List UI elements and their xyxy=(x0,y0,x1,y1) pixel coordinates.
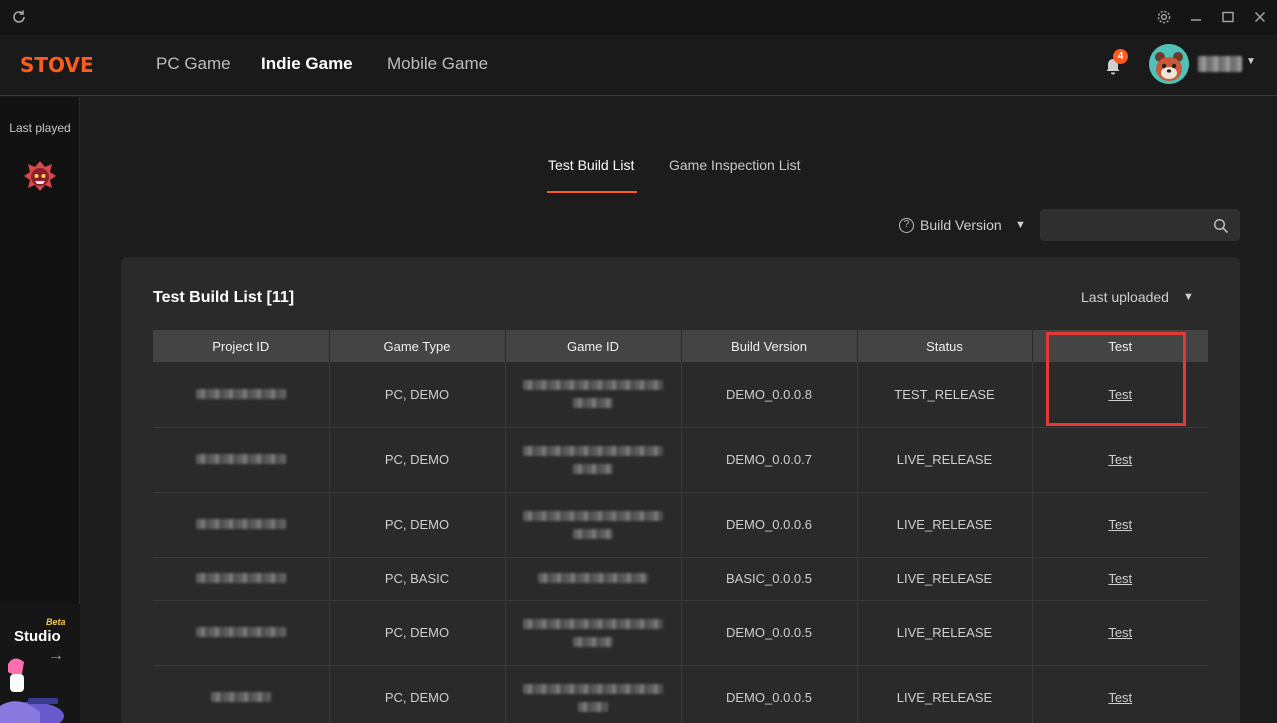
sort-dropdown[interactable]: Last uploaded xyxy=(1081,289,1169,305)
caret-down-icon[interactable]: ▼ xyxy=(1183,291,1194,303)
game-type-cell: PC, DEMO xyxy=(329,362,506,428)
close-icon[interactable] xyxy=(1250,7,1270,27)
game-id-redacted xyxy=(505,600,682,666)
test-cell: Test xyxy=(1032,492,1208,558)
table-row: PC, DEMO DEMO_0.0.0.8 TEST_RELEASE Test xyxy=(153,362,1208,428)
status-cell: LIVE_RELEASE xyxy=(857,557,1033,601)
gear-icon[interactable] xyxy=(1154,7,1174,27)
test-link[interactable]: Test xyxy=(1108,387,1132,402)
test-cell: Test xyxy=(1032,362,1208,428)
game-id-redacted xyxy=(505,427,682,493)
test-link[interactable]: Test xyxy=(1108,690,1132,705)
test-link[interactable]: Test xyxy=(1108,625,1132,640)
build-version-cell: DEMO_0.0.0.6 xyxy=(681,492,858,558)
test-cell: Test xyxy=(1032,557,1208,601)
project-id-redacted xyxy=(153,362,330,428)
col-header-test: Test xyxy=(1032,330,1208,362)
game-id-redacted xyxy=(505,665,682,723)
col-header-project-id: Project ID xyxy=(153,330,330,362)
help-icon[interactable]: ? xyxy=(899,218,914,233)
game-type-cell: PC, DEMO xyxy=(329,427,506,493)
status-cell: LIVE_RELEASE xyxy=(857,600,1033,666)
notification-badge: 4 xyxy=(1113,49,1128,64)
avatar[interactable] xyxy=(1149,44,1189,84)
studio-beta-tag: Beta xyxy=(46,617,66,627)
table-row: PC, DEMO DEMO_0.0.0.7 LIVE_RELEASE Test xyxy=(153,427,1208,493)
project-id-redacted xyxy=(153,557,330,601)
table-header-row: Project ID Game Type Game ID Build Versi… xyxy=(153,330,1208,362)
search-input[interactable] xyxy=(1040,209,1240,241)
status-cell: LIVE_RELEASE xyxy=(857,427,1033,493)
refresh-icon[interactable] xyxy=(10,8,28,26)
test-cell: Test xyxy=(1032,600,1208,666)
build-version-cell: DEMO_0.0.0.5 xyxy=(681,665,858,723)
tab-test-build-list[interactable]: Test Build List xyxy=(548,157,634,173)
test-link[interactable]: Test xyxy=(1108,452,1132,467)
active-tab-indicator xyxy=(547,191,637,193)
studio-illustration xyxy=(0,658,64,723)
title-bar xyxy=(0,0,1277,34)
last-played-game-icon[interactable] xyxy=(21,158,59,196)
project-id-redacted xyxy=(153,492,330,558)
test-cell: Test xyxy=(1032,665,1208,723)
project-id-redacted xyxy=(153,427,330,493)
col-header-status: Status xyxy=(857,330,1033,362)
studio-label: Studio xyxy=(14,628,61,645)
table-row: PC, DEMO DEMO_0.0.0.5 LIVE_RELEASE Test xyxy=(153,665,1208,723)
sidebar: Last played Beta Studio → xyxy=(0,97,80,723)
status-cell: TEST_RELEASE xyxy=(857,362,1033,428)
game-id-redacted xyxy=(505,492,682,558)
build-version-filter[interactable]: Build Version xyxy=(920,217,1002,233)
col-header-game-id: Game ID xyxy=(505,330,682,362)
test-link[interactable]: Test xyxy=(1108,517,1132,532)
game-type-cell: PC, BASIC xyxy=(329,557,506,601)
table-row: PC, DEMO DEMO_0.0.0.6 LIVE_RELEASE Test xyxy=(153,492,1208,558)
project-id-redacted xyxy=(153,665,330,723)
col-header-game-type: Game Type xyxy=(329,330,506,362)
last-played-label: Last played xyxy=(9,121,71,135)
studio-banner[interactable]: Beta Studio → xyxy=(0,604,80,723)
maximize-icon[interactable] xyxy=(1218,7,1238,27)
game-type-cell: PC, DEMO xyxy=(329,665,506,723)
nav-pc-game[interactable]: PC Game xyxy=(156,54,231,74)
game-id-redacted xyxy=(505,362,682,428)
table-row: PC, DEMO DEMO_0.0.0.5 LIVE_RELEASE Test xyxy=(153,600,1208,666)
status-cell: LIVE_RELEASE xyxy=(857,665,1033,723)
game-type-cell: PC, DEMO xyxy=(329,492,506,558)
table-row: PC, BASIC BASIC_0.0.0.5 LIVE_RELEASE Tes… xyxy=(153,557,1208,601)
build-version-cell: DEMO_0.0.0.5 xyxy=(681,600,858,666)
project-id-redacted xyxy=(153,600,330,666)
build-version-cell: DEMO_0.0.0.7 xyxy=(681,427,858,493)
col-header-build-version: Build Version xyxy=(681,330,858,362)
build-version-cell: DEMO_0.0.0.8 xyxy=(681,362,858,428)
top-nav: STOVE PC Game Indie Game Mobile Game 4 ▼ xyxy=(0,34,1277,96)
test-link[interactable]: Test xyxy=(1108,571,1132,586)
game-id-redacted xyxy=(505,557,682,601)
list-title: Test Build List [11] xyxy=(153,289,295,306)
test-cell: Test xyxy=(1032,427,1208,493)
status-cell: LIVE_RELEASE xyxy=(857,492,1033,558)
build-table: Project ID Game Type Game ID Build Versi… xyxy=(153,330,1208,723)
build-version-cell: BASIC_0.0.0.5 xyxy=(681,557,858,601)
nav-mobile-game[interactable]: Mobile Game xyxy=(387,54,488,74)
game-type-cell: PC, DEMO xyxy=(329,600,506,666)
minimize-icon[interactable] xyxy=(1186,7,1206,27)
caret-down-icon[interactable]: ▼ xyxy=(1015,219,1026,231)
caret-down-icon[interactable]: ▼ xyxy=(1246,56,1256,67)
username-redacted[interactable] xyxy=(1198,56,1242,72)
search-icon[interactable] xyxy=(1213,218,1229,234)
tab-game-inspection-list[interactable]: Game Inspection List xyxy=(669,157,801,173)
nav-indie-game[interactable]: Indie Game xyxy=(261,54,353,74)
stove-logo[interactable]: STOVE xyxy=(20,53,94,77)
